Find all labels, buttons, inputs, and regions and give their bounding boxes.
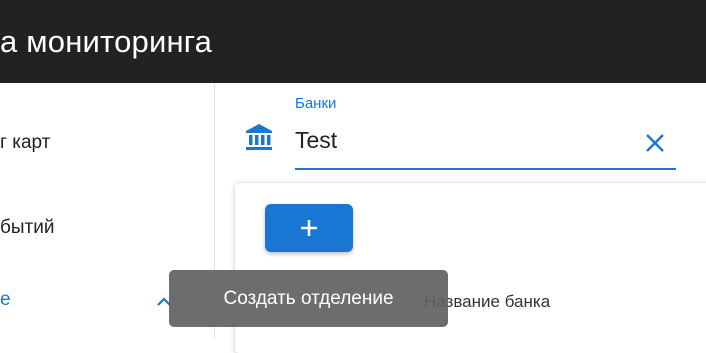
- bank-field-label: Банки: [295, 95, 337, 112]
- bank-icon: [246, 124, 272, 150]
- close-icon[interactable]: [640, 128, 670, 158]
- bank-field-underline: [295, 168, 676, 170]
- app-title: а мониторинга: [0, 24, 213, 59]
- app-header: а мониторинга: [0, 0, 706, 83]
- sidebar-item-expandable[interactable]: е: [0, 289, 11, 311]
- sidebar-item-events[interactable]: бытий: [0, 217, 54, 239]
- add-branch-button[interactable]: [265, 204, 353, 252]
- plus-icon: [301, 220, 317, 236]
- bank-search-input[interactable]: [295, 124, 635, 156]
- tooltip: Создать отделение: [169, 270, 448, 327]
- sidebar-item-cards[interactable]: г карт: [0, 132, 50, 154]
- tooltip-text: Создать отделение: [223, 287, 394, 309]
